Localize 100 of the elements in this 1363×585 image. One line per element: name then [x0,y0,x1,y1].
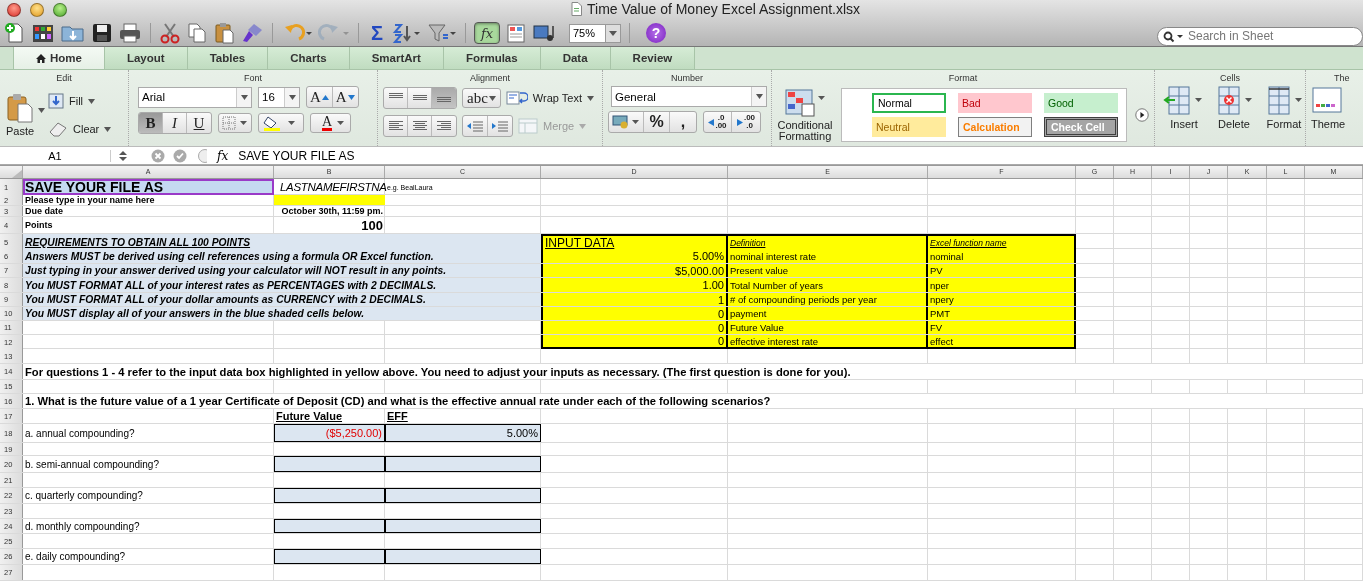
requirement-text: Just typing in your answer derived using your calculator will NOT result in any points. [23,264,541,277]
group-label: Number [670,72,704,84]
name-box[interactable]: A1 [0,149,111,162]
cell-style-button[interactable]: Good [1044,93,1118,113]
wrap-text-button[interactable]: Wrap Text [505,86,594,110]
requirement-heading: REQUIREMENTS TO OBTAIN ALL 100 POINTS [23,234,541,250]
search-field[interactable]: Search in Sheet [1157,26,1363,46]
percent-button[interactable]: % [644,112,670,132]
caret-icon[interactable] [38,107,45,113]
close-button[interactable] [7,3,21,17]
cell-style-button[interactable]: Neutral [872,117,946,137]
zoom-dropdown[interactable]: 75% [569,23,621,43]
conditional-formatting-button[interactable]: Conditional Formatting [775,88,835,142]
ribbon-tab[interactable]: Formulas [443,47,541,69]
increase-decimal-button[interactable]: .0 .00 [704,112,732,132]
column-label: Future Value [275,409,344,423]
formula-field[interactable]: SAVE YOUR FILE AS [238,148,355,163]
gallery-icon[interactable] [31,22,55,44]
cell-style-button[interactable]: Normal [872,93,946,113]
question-text: 1. What is the future value of a 1 year Certificate of Deposit (CD) and what is the effective annual rate under each of the following scenarios? [23,394,1363,408]
minimize-button[interactable] [30,3,44,17]
group-label: Font [243,72,263,84]
zoom-button[interactable] [53,3,67,17]
ribbon-tab[interactable]: Charts [268,47,350,69]
sheet-cell: nominal [928,249,1076,263]
left-arrow-icon [708,118,715,126]
scissors-icon[interactable] [159,22,181,44]
cells-button[interactable]: Delete [1213,86,1255,144]
stepper-icon[interactable] [119,149,127,162]
check-icon[interactable] [173,148,187,163]
filter-icon[interactable] [427,22,457,44]
toolbox-icon[interactable] [505,22,527,44]
shrink-font-button[interactable]: A [332,87,358,107]
cells-button[interactable]: Insert [1163,86,1205,144]
new-document-icon[interactable] [4,22,26,44]
fill-down-icon [48,93,64,109]
borders-button[interactable] [218,113,252,133]
italic-button[interactable]: I [163,113,187,133]
ribbon-tab[interactable]: Tables [187,47,269,69]
borders-icon [222,116,248,130]
cancel-icon[interactable] [151,148,165,163]
help-button[interactable]: ? [646,23,666,43]
answer-cell: 5.00% [385,424,541,442]
font-name-field[interactable]: Arial [138,86,252,108]
align-lines-icon [411,93,428,103]
sheet-cell: npery [928,293,1076,306]
sheet-cell: 1.00 [541,278,728,292]
sheet-cell: effect [928,335,1076,349]
sheet-cell: $5,000.00 [541,264,728,277]
clear-button[interactable]: Clear [48,117,112,141]
number-format-dropdown[interactable]: General [611,86,767,107]
sheet-cell: Total Number of years [728,278,928,292]
group-label: Format [947,72,979,84]
cells-button[interactable]: Format [1263,86,1305,144]
outdent-icon [466,120,484,132]
requirement-text: You MUST FORMAT ALL of your interest rates as PERCENTAGES with 2 DECIMALS. [23,278,541,292]
cell-style-button[interactable]: Bad [958,93,1032,113]
indent-icon [491,120,509,132]
group-label: Edit [55,72,73,84]
sheet-cell: PMT [928,307,1076,320]
font-color-button[interactable]: A [310,113,352,133]
paste-button[interactable]: Paste [5,93,35,137]
comma-button[interactable]: , [670,112,696,132]
orientation-button[interactable]: abc [462,88,501,108]
fill-button[interactable]: Fill [48,89,112,113]
insert-function-button[interactable]: fx [217,148,229,163]
sheet-cell: # of compounding periods per year [728,293,928,306]
requirement-text: Answers MUST be derived using cell references using a formula OR Excel function. [23,249,541,263]
group-label: Cells [1219,72,1241,84]
sheet-cell: Definition [728,234,928,250]
ribbon-tab[interactable]: Layout [104,47,188,69]
more-styles-icon[interactable] [1135,106,1149,124]
sheet-cell-text: Please type in your name here [24,195,156,205]
ribbon-tab[interactable]: Data [540,47,611,69]
grow-font-button[interactable]: A [307,87,333,107]
underline-button[interactable]: U [187,113,211,133]
media-icon[interactable] [532,22,556,44]
caret-icon [288,94,296,100]
bold-button[interactable]: B [139,113,163,133]
font-size-field[interactable]: 16 [258,86,300,108]
copy-icon[interactable] [186,22,208,44]
sheet-cell-text: Due date [24,206,64,216]
save-icon[interactable] [91,22,113,44]
question-text: For questions 1 - 4 refer to the input data box highlighted in yellow above. You need to adjust your inputs as necessary. (The first question is done for you). [23,364,1363,379]
vertical-align-button[interactable] [432,88,456,108]
clipboard-icon[interactable] [213,22,235,44]
autosum-button[interactable]: Σ [367,22,387,44]
fill-color-button[interactable] [258,113,304,133]
currency-button[interactable] [609,112,644,132]
formula-builder-button[interactable]: fx [474,22,500,44]
ribbon-tab[interactable]: Review [610,47,696,69]
sort-icon[interactable] [392,22,422,44]
ribbon-tab[interactable]: Home [13,47,105,69]
themes-button[interactable]: Theme [1311,86,1346,144]
paintbrush-icon[interactable] [240,22,264,44]
print-icon[interactable] [118,22,142,44]
decrease-decimal-button[interactable]: .00 .0 [732,112,760,132]
ribbon-tab[interactable]: SmartArt [349,47,444,69]
sheet-cell: payment [728,307,928,320]
requirement-text: You MUST display all of your answers in the blue shaded cells below. [23,307,541,320]
